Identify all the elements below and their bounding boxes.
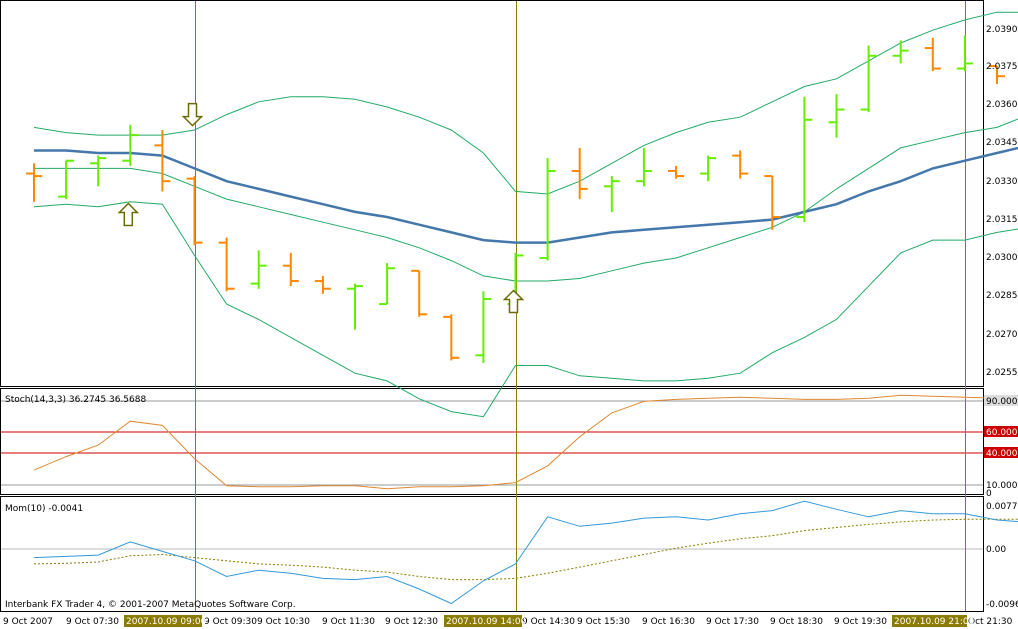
momentum-axis: 0.0077 0.00 -0.0096 (986, 502, 1018, 610)
ohlc-bar (860, 45, 877, 113)
momentum-line (33, 500, 1018, 605)
price-axis-label: 2.0375 (986, 62, 1018, 72)
ohlc-bar (571, 147, 588, 200)
time-axis-label: 9 Oct 12:30 (385, 617, 438, 627)
momentum-title: Mom(10) -0.0041 (5, 504, 83, 514)
price-panel-frame (0, 0, 984, 387)
ohlc-bar (635, 147, 652, 187)
stochastic-title: Stoch(14,3,3) 36.2745 36.5688 (5, 395, 146, 405)
price-axis: 2.0390 2.0375 2.0360 2.0345 2.0330 2.031… (986, 25, 1018, 378)
momentum-axis-label: 0.00 (986, 545, 1006, 555)
price-axis-label: 2.0315 (986, 215, 1018, 225)
time-axis-label: 9 Oct 19:30 (834, 617, 887, 627)
price-axis-label: 2.0345 (986, 138, 1018, 148)
time-axis-label: 9 Oct 14:30 (522, 617, 575, 627)
time-axis-label: 9 Oct 18:30 (770, 617, 823, 627)
time-axis-label: 9 Oct 15:30 (577, 617, 630, 627)
time-axis-label: 9 Oct 10:30 (257, 617, 310, 627)
moving-average-line (34, 146, 1018, 244)
envelope-middle-line (34, 118, 1018, 282)
ohlc-bar (411, 269, 428, 317)
trading-terminal-chart-window: Stoch(14,3,3) 36.2745 36.5688 Mom(10) -0… (0, 0, 1018, 629)
stochastic-line (33, 394, 1018, 490)
price-chart-canvas[interactable]: Stoch(14,3,3) 36.2745 36.5688 Mom(10) -0… (0, 0, 1018, 629)
stochastic-series (33, 394, 1018, 490)
time-axis-label: Oct 21:30 (968, 617, 1013, 627)
ohlc-bar (379, 263, 396, 306)
time-highlight-label: 2007.10.09 14:00 (446, 617, 527, 627)
moving-average (34, 146, 1018, 244)
stochastic-panel-frame (0, 388, 984, 495)
price-axis-label: 2.0285 (986, 291, 1018, 301)
time-axis: 9 Oct 2007 9 Oct 07:30 9 Oct 09:30 9 Oct… (3, 615, 1013, 627)
ohlc-bar (539, 158, 556, 261)
time-axis-label: 9 Oct 07:30 (66, 617, 119, 627)
ohlc-bar (732, 150, 749, 179)
time-axis-label: 9 Oct 17:30 (706, 617, 759, 627)
momentum-panel-frame (0, 496, 984, 612)
ohlc-bar (443, 314, 460, 361)
momentum-axis-label: -0.0096 (986, 600, 1018, 610)
ohlc-bar (282, 252, 299, 287)
ohlc-bar (90, 155, 107, 187)
stoch-level-40-label: 40.0000 (986, 449, 1018, 459)
time-axis-label: 9 Oct 11:30 (322, 617, 375, 627)
price-axis-label: 2.0330 (986, 177, 1018, 187)
ohlc-bar (764, 175, 781, 230)
ohlc-bar (924, 37, 941, 72)
ohlc-bar (796, 96, 813, 223)
time-highlight-label: 2007.10.09 09:00 (126, 617, 207, 627)
price-axis-label: 2.0390 (986, 25, 1018, 35)
stoch-level-60-label: 60.0000 (986, 428, 1018, 438)
price-axis-label: 2.0360 (986, 100, 1018, 110)
ohlc-bar (475, 291, 492, 363)
ohlc-bar (314, 275, 331, 294)
ohlc-bar (154, 130, 171, 192)
ohlc-bars (26, 35, 1005, 363)
ohlc-bar (122, 124, 139, 166)
ohlc-bar (218, 237, 235, 292)
arrow-down-icon (181, 102, 204, 127)
arrow-up-icon (502, 289, 525, 314)
stochastic-axis: 90.0000 60.0000 40.0000 10.0000 0 (984, 395, 1018, 499)
ohlc-bar (668, 165, 684, 179)
ohlc-bar (828, 94, 845, 138)
time-axis-label: 9 Oct 09:30 (204, 617, 257, 627)
ohlc-bar (700, 155, 717, 182)
ohlc-bar (58, 159, 75, 200)
envelope-bands (33, 11, 1018, 418)
ohlc-bar (347, 283, 363, 330)
time-highlight-label: 2007.10.09 21:00 (894, 617, 975, 627)
price-axis-label: 2.0300 (986, 253, 1018, 263)
momentum-axis-label: 0.0077 (986, 502, 1018, 512)
ohlc-bar (892, 40, 909, 64)
time-axis-label: 9 Oct 2007 (3, 617, 53, 627)
time-axis-label: 9 Oct 16:30 (642, 617, 695, 627)
ohlc-bar (603, 176, 620, 212)
stoch-axis-zero-label: 0 (986, 489, 992, 499)
stoch-level-90-label: 90.0000 (986, 397, 1018, 407)
envelope-lower-line (33, 201, 1018, 418)
ohlc-bar (956, 35, 973, 72)
ohlc-bar (186, 176, 203, 246)
momentum-series (33, 500, 1018, 605)
copyright-text: Interbank FX Trader 4, © 2001-2007 MetaQ… (5, 600, 296, 610)
ohlc-bar (250, 250, 267, 289)
price-axis-label: 2.0270 (986, 330, 1018, 340)
arrow-up-icon (117, 202, 140, 227)
price-axis-label: 2.0255 (986, 368, 1018, 378)
ohlc-bar (26, 163, 42, 202)
